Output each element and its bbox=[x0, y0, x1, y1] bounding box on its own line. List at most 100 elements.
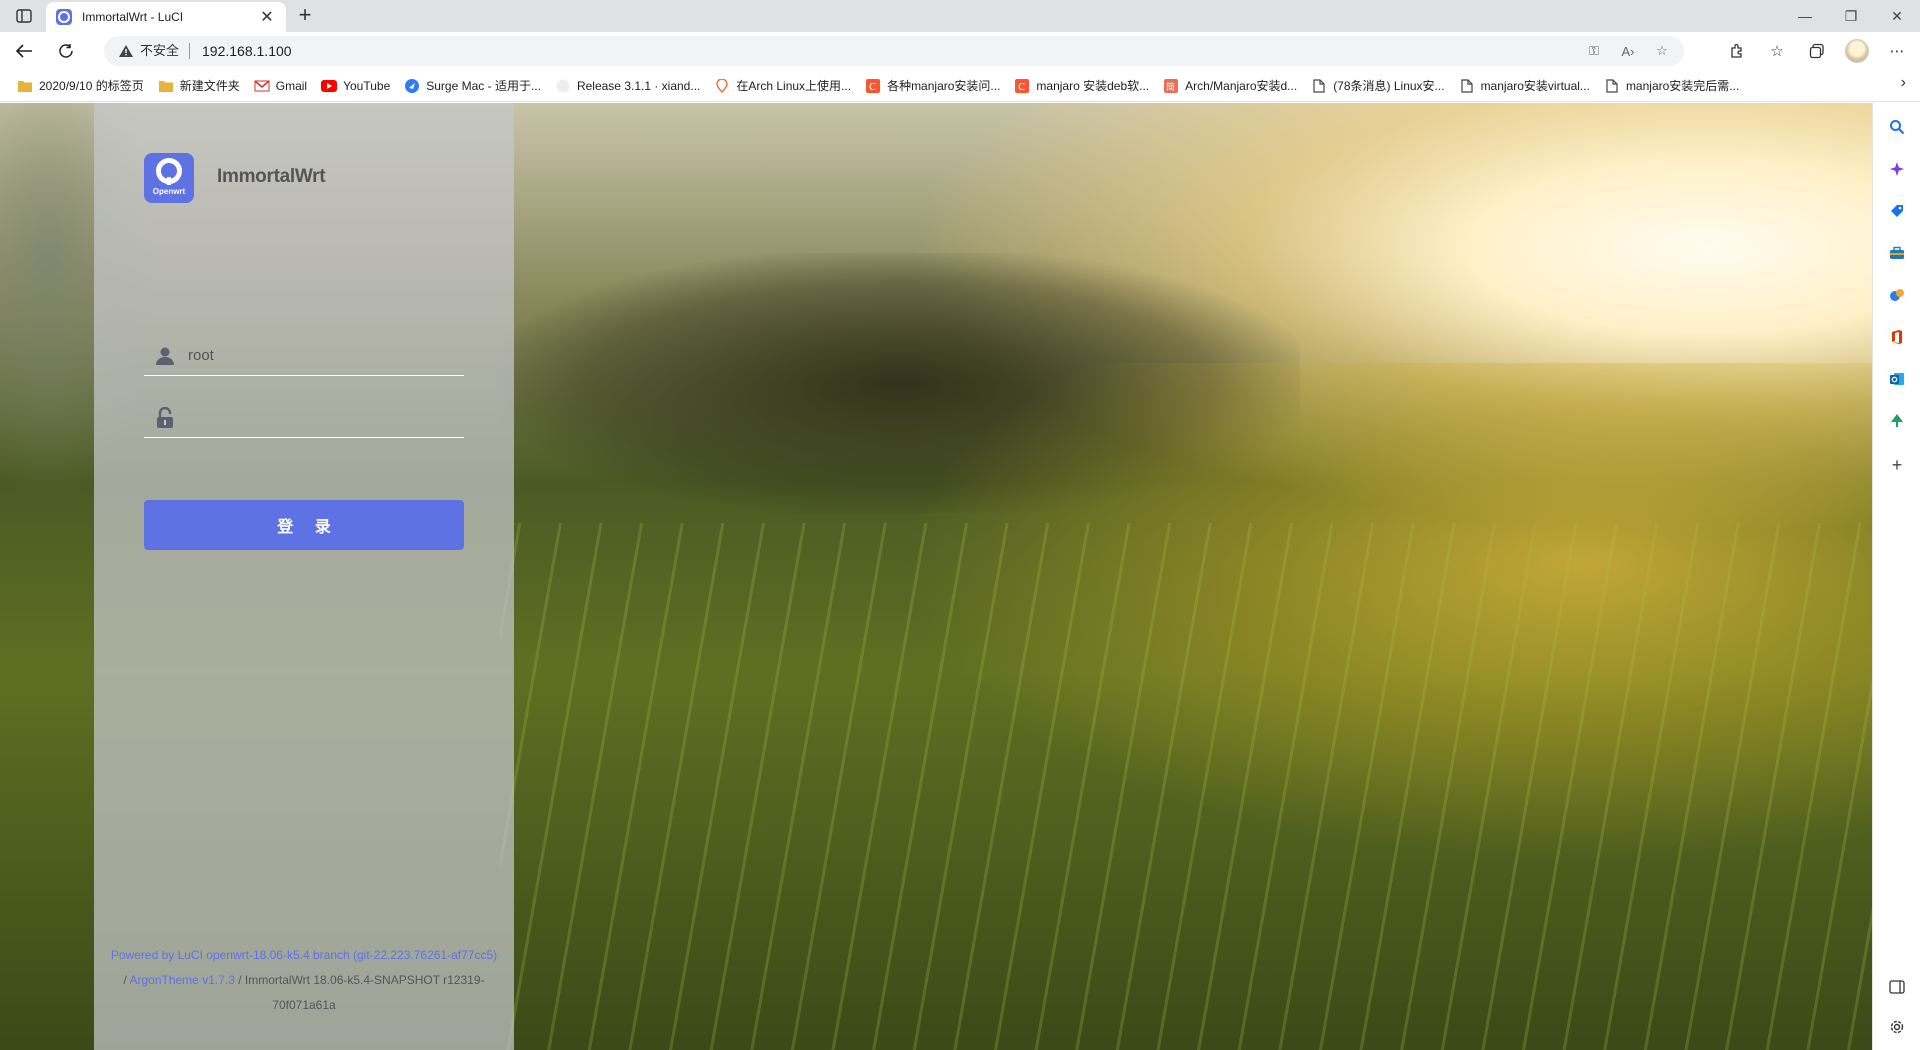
surge-icon bbox=[404, 78, 420, 93]
bookmark-item[interactable]: Cmanjaro 安装deb软... bbox=[1007, 74, 1156, 98]
favorites-icon[interactable]: ☆ bbox=[1762, 36, 1792, 66]
extensions-icon[interactable] bbox=[1722, 36, 1752, 66]
svg-text:C: C bbox=[869, 82, 876, 93]
bookmark-item[interactable]: 2020/9/10 的标签页 bbox=[10, 74, 151, 98]
tab-close-icon[interactable]: ✕ bbox=[258, 7, 276, 27]
username-input[interactable] bbox=[188, 347, 448, 364]
bookmark-label: (78条消息) Linux安... bbox=[1333, 79, 1445, 93]
bookmark-label: Release 3.1.1 · xiand... bbox=[576, 78, 701, 93]
luci-link[interactable]: Powered by LuCI openwrt-18.06-k5.4 branc… bbox=[111, 948, 497, 962]
bookmark-label: 2020/9/10 的标签页 bbox=[39, 79, 144, 93]
login-button[interactable]: 登 录 bbox=[144, 500, 464, 550]
window-controls: — ❐ ✕ bbox=[1782, 0, 1920, 32]
page-icon bbox=[1311, 78, 1327, 93]
brand-name: ImmortalWrt bbox=[217, 166, 326, 187]
bookmark-label: manjaro安装virtual... bbox=[1480, 79, 1590, 93]
bookmark-item[interactable]: Surge Mac - 适用于... bbox=[397, 74, 548, 98]
jianshu-icon: 简 bbox=[1163, 78, 1179, 93]
lock-icon bbox=[150, 403, 180, 433]
bookmark-label: manjaro 安装deb软... bbox=[1036, 79, 1150, 93]
office-icon[interactable] bbox=[1885, 325, 1909, 349]
bookmark-item[interactable]: Gmail bbox=[247, 74, 314, 98]
games-icon[interactable] bbox=[1885, 283, 1909, 307]
security-label[interactable]: 不安全 bbox=[140, 43, 191, 59]
bookmark-item[interactable]: 在Arch Linux上使用... bbox=[707, 74, 858, 98]
close-window-icon[interactable]: ✕ bbox=[1874, 0, 1920, 32]
more-menu-icon[interactable]: ⋯ bbox=[1882, 36, 1912, 66]
openwrt-logo: Openwrt bbox=[144, 153, 194, 203]
pin-icon bbox=[714, 78, 730, 93]
bookmark-item[interactable]: manjaro安装完后需... bbox=[1597, 74, 1746, 98]
hide-sidebar-icon[interactable] bbox=[1885, 975, 1909, 999]
github-icon bbox=[555, 79, 571, 93]
shopping-tag-icon[interactable] bbox=[1885, 199, 1909, 223]
svg-text:C: C bbox=[1018, 82, 1025, 93]
folder-icon bbox=[158, 79, 174, 93]
csdn-icon: C bbox=[865, 78, 881, 93]
login-panel: Openwrt ImmortalWrt 登 录 Powered by LuCI … bbox=[94, 103, 514, 1050]
settings-gear-icon[interactable] bbox=[1885, 1015, 1909, 1039]
profile-avatar[interactable] bbox=[1842, 36, 1872, 66]
tab-actions-icon[interactable] bbox=[12, 6, 36, 26]
bookmark-label: Arch/Manjaro安装d... bbox=[1185, 79, 1298, 93]
gmail-icon bbox=[254, 79, 270, 93]
tools-icon[interactable] bbox=[1885, 241, 1909, 265]
restore-icon[interactable]: ❐ bbox=[1828, 0, 1874, 32]
copilot-sparkle-icon[interactable] bbox=[1885, 157, 1909, 181]
minimize-icon[interactable]: — bbox=[1782, 0, 1828, 32]
bookmarks-bar: 2020/9/10 的标签页 新建文件夹 Gmail YouTube Surge Mac… bbox=[0, 70, 1920, 102]
bookmark-label: 在Arch Linux上使用... bbox=[736, 79, 852, 93]
url-text[interactable]: 192.168.1.100 bbox=[202, 43, 292, 59]
bookmark-label: Gmail bbox=[275, 78, 308, 93]
collections-icon[interactable] bbox=[1802, 36, 1832, 66]
bookmark-label: Surge Mac - 适用于... bbox=[426, 79, 541, 93]
address-bar[interactable]: 不安全 192.168.1.100 ⚿ A› ☆ bbox=[104, 36, 1684, 66]
user-icon bbox=[150, 341, 180, 371]
youtube-icon bbox=[321, 79, 338, 93]
new-tab-icon[interactable]: + bbox=[292, 4, 318, 28]
logo-text: Openwrt bbox=[152, 187, 186, 196]
page-footer: Powered by LuCI openwrt-18.06-k5.4 branc… bbox=[94, 943, 514, 1018]
password-input[interactable] bbox=[188, 409, 448, 426]
add-favorite-icon[interactable]: ☆ bbox=[1652, 41, 1672, 61]
back-icon[interactable] bbox=[6, 36, 42, 66]
bookmarks-overflow-icon[interactable]: › bbox=[1901, 74, 1906, 92]
bookmark-label: YouTube bbox=[343, 78, 391, 93]
page-content: Openwrt ImmortalWrt 登 录 Powered by LuCI … bbox=[0, 103, 1872, 1050]
svg-text:简: 简 bbox=[1166, 81, 1175, 93]
refresh-icon[interactable] bbox=[48, 36, 84, 66]
folder-icon bbox=[17, 79, 33, 93]
bookmark-label: 新建文件夹 bbox=[179, 79, 240, 93]
bookmark-item[interactable]: YouTube bbox=[314, 74, 397, 98]
page-icon bbox=[1459, 78, 1475, 93]
read-aloud-icon[interactable]: A› bbox=[1618, 41, 1638, 61]
release-text: / ImmortalWrt 18.06-k5.4-SNAPSHOT r12319… bbox=[234, 973, 485, 987]
page-icon bbox=[1604, 78, 1620, 93]
csdn-icon: C bbox=[1014, 78, 1030, 93]
outlook-icon[interactable] bbox=[1885, 367, 1909, 391]
openwrt-favicon-icon bbox=[56, 9, 72, 25]
username-field[interactable] bbox=[144, 336, 464, 376]
revision-text: 70f071a61a bbox=[272, 998, 336, 1012]
bookmark-item[interactable]: manjaro安装virtual... bbox=[1452, 74, 1597, 98]
add-sidebar-app-icon[interactable]: + bbox=[1885, 453, 1909, 477]
edge-sidebar: + bbox=[1872, 103, 1920, 1050]
bookmark-item[interactable]: 简 Arch/Manjaro安装d... bbox=[1156, 74, 1304, 98]
tab-strip: ImmortalWrt - LuCI ✕ + — ❐ ✕ bbox=[0, 0, 1920, 32]
bookmark-item[interactable]: Release 3.1.1 · xiand... bbox=[548, 74, 707, 98]
key-icon[interactable]: ⚿ bbox=[1584, 41, 1604, 61]
warning-icon[interactable] bbox=[118, 43, 134, 59]
tab-title: ImmortalWrt - LuCI bbox=[82, 10, 184, 24]
argon-theme-link[interactable]: ArgonTheme v1.7.3 bbox=[129, 973, 234, 987]
browser-tab[interactable]: ImmortalWrt - LuCI ✕ bbox=[46, 2, 286, 32]
bookmark-item[interactable]: (78条消息) Linux安... bbox=[1304, 74, 1451, 98]
search-icon[interactable] bbox=[1885, 115, 1909, 139]
bookmark-item[interactable]: 新建文件夹 bbox=[151, 74, 247, 98]
bookmark-label: manjaro安装完后需... bbox=[1625, 79, 1740, 93]
browser-toolbar: 不安全 192.168.1.100 ⚿ A› ☆ ☆ ⋯ bbox=[0, 32, 1920, 70]
bookmark-label: 各种manjaro安装问... bbox=[887, 79, 1001, 93]
bookmark-item[interactable]: C 各种manjaro安装问... bbox=[858, 74, 1007, 98]
drop-tree-icon[interactable] bbox=[1885, 409, 1909, 433]
password-field[interactable] bbox=[144, 398, 464, 438]
openwrt-logo-icon bbox=[156, 158, 182, 185]
